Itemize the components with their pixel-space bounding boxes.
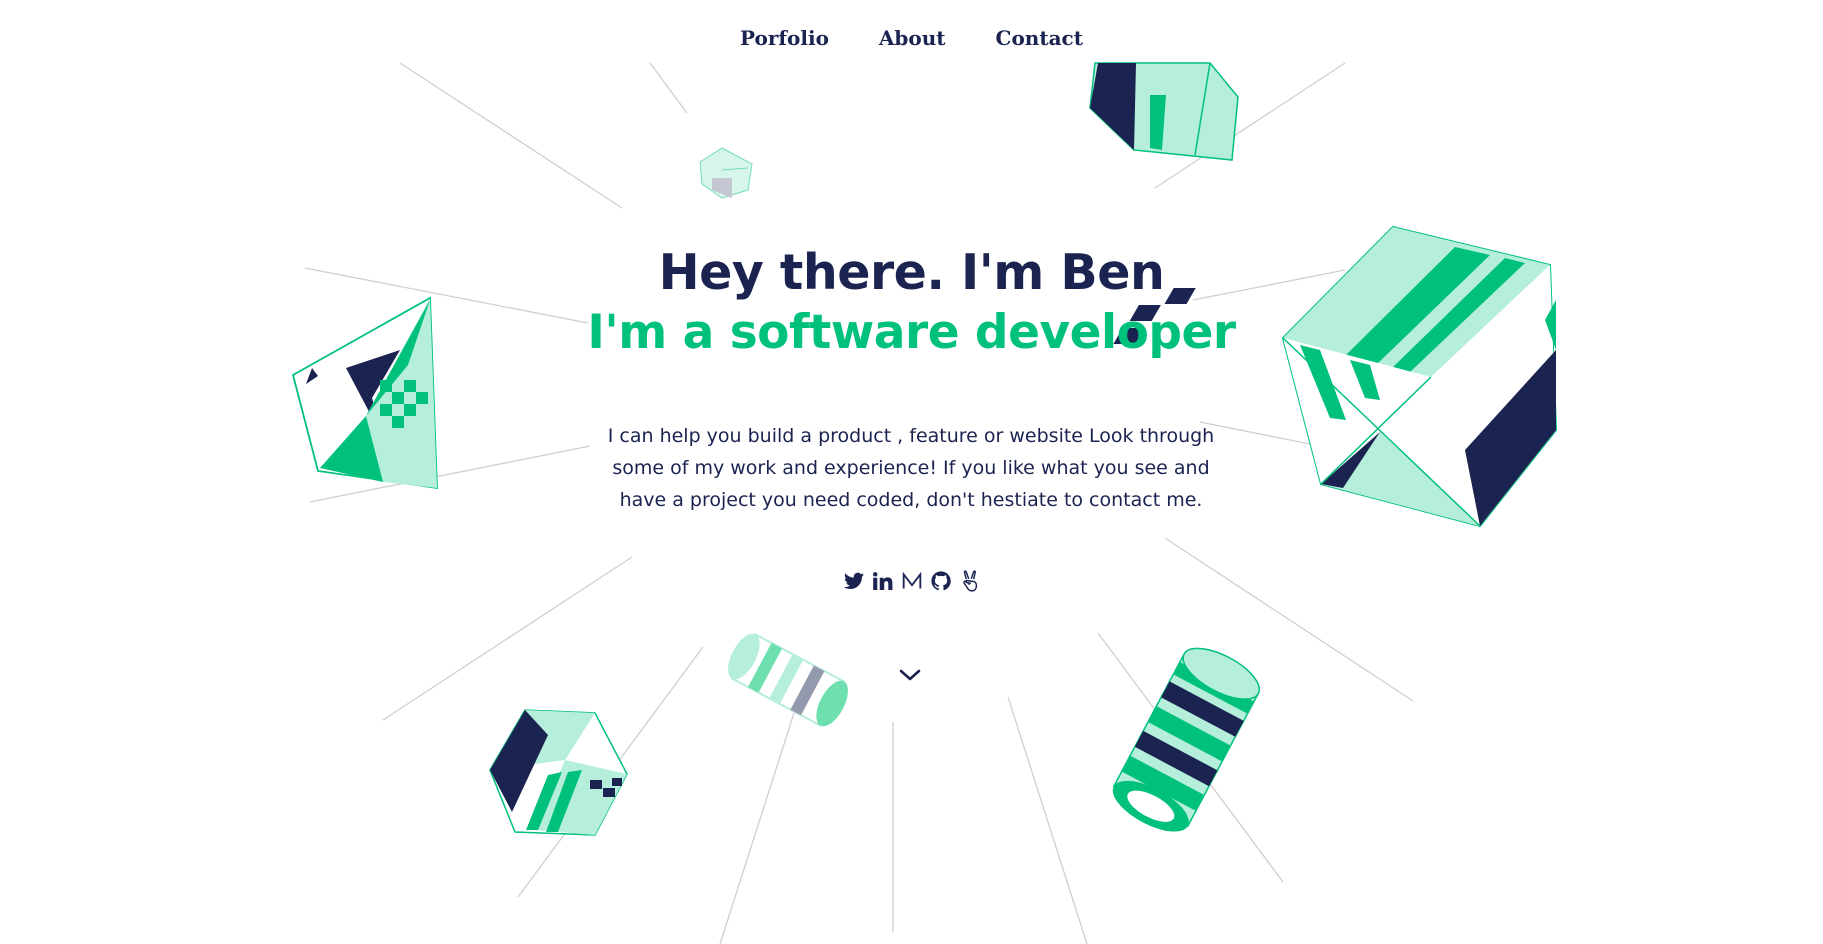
nav-portfolio-link[interactable]: Porfolio xyxy=(740,26,829,50)
main-nav: Porfolio About Contact xyxy=(0,26,1823,50)
small-cube-shape xyxy=(699,147,753,199)
hero-intro: I can help you build a product , feature… xyxy=(607,425,1215,511)
hero-greeting: Hey there. I'm Ben xyxy=(658,244,1165,301)
twitter-icon[interactable] xyxy=(843,570,865,592)
chevron-down-icon[interactable] xyxy=(897,662,923,688)
social-links xyxy=(843,570,981,592)
small-cylinder-shape xyxy=(728,633,848,727)
hero-role: I'm a software developer xyxy=(587,305,1236,360)
bottom-left-cube-shape xyxy=(489,709,628,836)
github-icon[interactable] xyxy=(930,570,952,592)
medium-icon[interactable] xyxy=(901,570,923,592)
angellist-icon[interactable] xyxy=(959,570,981,592)
top-right-cube-shape xyxy=(1089,62,1239,161)
nav-about-link[interactable]: About xyxy=(879,26,946,50)
large-cylinder-shape xyxy=(1112,647,1260,832)
nav-contact-link[interactable]: Contact xyxy=(996,26,1083,50)
linkedin-icon[interactable] xyxy=(872,570,894,592)
